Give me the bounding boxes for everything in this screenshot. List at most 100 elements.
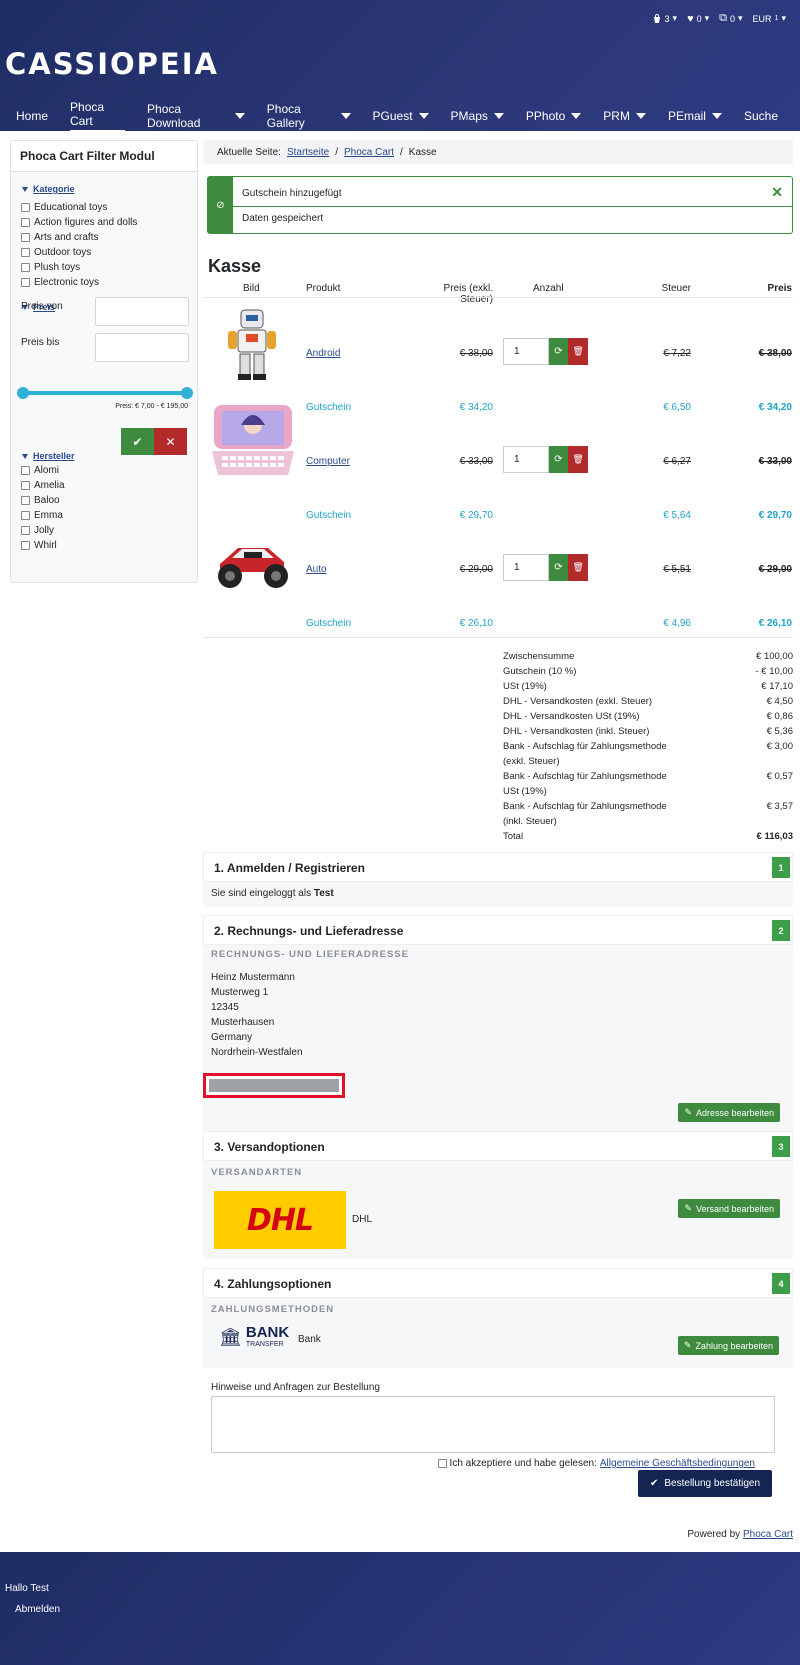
remove-item-button[interactable]: 🗑	[568, 338, 589, 365]
slider-min-handle[interactable]	[17, 387, 29, 399]
breadcrumb-home[interactable]: Startseite	[287, 147, 329, 158]
summary-value: € 4,50	[766, 696, 793, 707]
category-option[interactable]: Electronic toys	[21, 275, 197, 290]
col-header-total: Preis	[767, 283, 792, 294]
category-checkbox[interactable]	[21, 233, 30, 242]
terms-checkbox[interactable]	[437, 1459, 447, 1468]
confirm-order-button[interactable]: ✔ Bestellung bestätigen	[637, 1470, 772, 1497]
nav-item-label: Phoca Gallery	[266, 101, 305, 130]
manufacturer-option[interactable]: Jolly	[21, 523, 65, 538]
dhl-logo: DHL	[214, 1191, 346, 1249]
cart-icon	[653, 13, 660, 23]
category-checkbox[interactable]	[21, 278, 30, 287]
category-option[interactable]: Outdoor toys	[21, 245, 197, 260]
nav-item-phoca-gallery[interactable]: Phoca Gallery	[267, 100, 351, 131]
manufacturer-checkbox[interactable]	[21, 511, 30, 520]
compare-link[interactable]: ⧉ 0 ▾	[719, 12, 742, 25]
edit-address-button[interactable]: ✎ Adresse bearbeiten	[678, 1103, 780, 1122]
summary-value: - € 10,00	[755, 666, 794, 677]
category-toggle[interactable]: Kategorie	[22, 184, 197, 194]
currency-select[interactable]: EUR 1 ▾	[753, 13, 786, 24]
nav-item-pphoto[interactable]: PPhoto	[526, 100, 582, 131]
product-link[interactable]: Computer	[306, 456, 350, 467]
refresh-quantity-button[interactable]: ⟳	[548, 338, 569, 365]
category-checkbox[interactable]	[21, 203, 30, 212]
site-logo[interactable]: CASSIOPEIA	[5, 47, 219, 81]
category-option[interactable]: Plush toys	[21, 260, 197, 275]
manufacturer-checkbox[interactable]	[21, 496, 30, 505]
manufacturer-option[interactable]: Amelia	[21, 478, 65, 493]
terms-link[interactable]: Allgemeine Geschäftsbedingungen	[600, 1458, 755, 1469]
quantity-input[interactable]: 1	[503, 338, 549, 365]
powered-by-link[interactable]: Phoca Cart	[743, 1529, 793, 1540]
manufacturer-option[interactable]: Whirl	[21, 538, 65, 553]
shipping-caption: VERSANDARTEN	[211, 1167, 303, 1178]
quantity-input[interactable]: 1	[503, 446, 549, 473]
category-checkbox[interactable]	[21, 248, 30, 257]
nav-item-phoca-cart[interactable]: Phoca Cart	[70, 100, 126, 131]
price-slider[interactable]	[17, 387, 193, 399]
login-text: Sie sind eingeloggt als	[211, 888, 312, 899]
edit-payment-button[interactable]: ✎ Zahlung bearbeiten	[677, 1336, 779, 1355]
address-line: Germany	[211, 1032, 253, 1043]
wishlist-link[interactable]: ♥ 0 ▾	[687, 13, 709, 25]
manufacturer-checkbox[interactable]	[21, 541, 30, 550]
notes-textarea[interactable]	[211, 1396, 775, 1453]
coupon-label: Gutschein	[306, 510, 352, 521]
step-payment-title: 4. Zahlungsoptionen	[214, 1277, 332, 1291]
nav-item-home[interactable]: Home	[16, 100, 48, 131]
cart-link[interactable]: 3 ▾	[652, 13, 677, 24]
refresh-quantity-button[interactable]: ⟳	[548, 446, 569, 473]
edit-icon: ✎	[683, 1340, 692, 1350]
nav-item-phoca-download[interactable]: Phoca Download	[147, 100, 245, 131]
price-to-input[interactable]	[95, 333, 189, 362]
edit-shipping-button[interactable]: ✎ Versand bearbeiten	[678, 1199, 780, 1218]
price-from-input[interactable]	[95, 297, 189, 326]
manufacturer-checkbox[interactable]	[21, 526, 30, 535]
refresh-quantity-button[interactable]: ⟳	[548, 554, 569, 581]
nav-item-pguest[interactable]: PGuest	[373, 100, 429, 131]
manufacturer-option[interactable]: Alomi	[21, 463, 65, 478]
manufacturer-label: Alomi	[34, 465, 60, 476]
remove-item-button[interactable]: 🗑	[568, 446, 589, 473]
product-link[interactable]: Android	[306, 348, 340, 359]
nav-item-label: PEmail	[667, 108, 706, 123]
manufacturer-toggle[interactable]: Hersteller	[22, 451, 75, 461]
product-total: € 33,00	[758, 456, 792, 467]
nav-item-pemail[interactable]: PEmail	[668, 100, 722, 131]
caret-down-icon	[635, 112, 646, 119]
nav-item-label: Suche	[743, 108, 778, 123]
remove-item-button[interactable]: 🗑	[568, 554, 589, 581]
category-option[interactable]: Arts and crafts	[21, 230, 197, 245]
slider-max-handle[interactable]	[181, 387, 193, 399]
summary-label: DHL - Versandkosten (exkl. Steuer)	[503, 696, 653, 707]
price-range-text: Preis: € 7,00 - € 195,00	[115, 403, 188, 410]
category-checkbox[interactable]	[21, 218, 30, 227]
summary-row: DHL - Versandkosten (exkl. Steuer) € 4,50	[503, 694, 793, 709]
category-checkbox[interactable]	[21, 263, 30, 272]
clear-filter-button[interactable]: ✕	[154, 428, 187, 455]
product-price: € 29,00	[459, 564, 493, 575]
product-link[interactable]: Auto	[306, 564, 327, 575]
shipping-method-name: DHL	[352, 1214, 373, 1225]
nav-item-prm[interactable]: PRM	[603, 100, 646, 131]
edit-icon: ✎	[684, 1203, 692, 1213]
category-option[interactable]: Educational toys	[21, 200, 197, 215]
filter-module: Phoca Cart Filter Modul Kategorie Educat…	[10, 140, 198, 583]
manufacturer-option[interactable]: Emma	[21, 508, 65, 523]
quantity-input[interactable]: 1	[503, 554, 549, 581]
caret-down-icon	[571, 112, 582, 119]
manufacturer-checkbox[interactable]	[21, 466, 30, 475]
manufacturer-checkbox[interactable]	[21, 481, 30, 490]
apply-filter-button[interactable]: ✔	[121, 428, 154, 455]
nav-item-pmaps[interactable]: PMaps	[451, 100, 504, 131]
coupon-tax: € 6,50	[663, 402, 691, 413]
logout-link[interactable]: Abmelden	[15, 1604, 60, 1615]
summary-row: DHL - Versandkosten USt (19%) € 0,86	[503, 709, 793, 724]
manufacturer-option[interactable]: Baloo	[21, 493, 65, 508]
category-option[interactable]: Action figures and dolls	[21, 215, 197, 230]
product-price: € 38,00	[459, 348, 493, 359]
nav-item-suche[interactable]: Suche	[744, 100, 778, 131]
breadcrumb-phoca-cart[interactable]: Phoca Cart	[344, 147, 394, 158]
close-alert-button[interactable]: ✕	[771, 184, 783, 201]
